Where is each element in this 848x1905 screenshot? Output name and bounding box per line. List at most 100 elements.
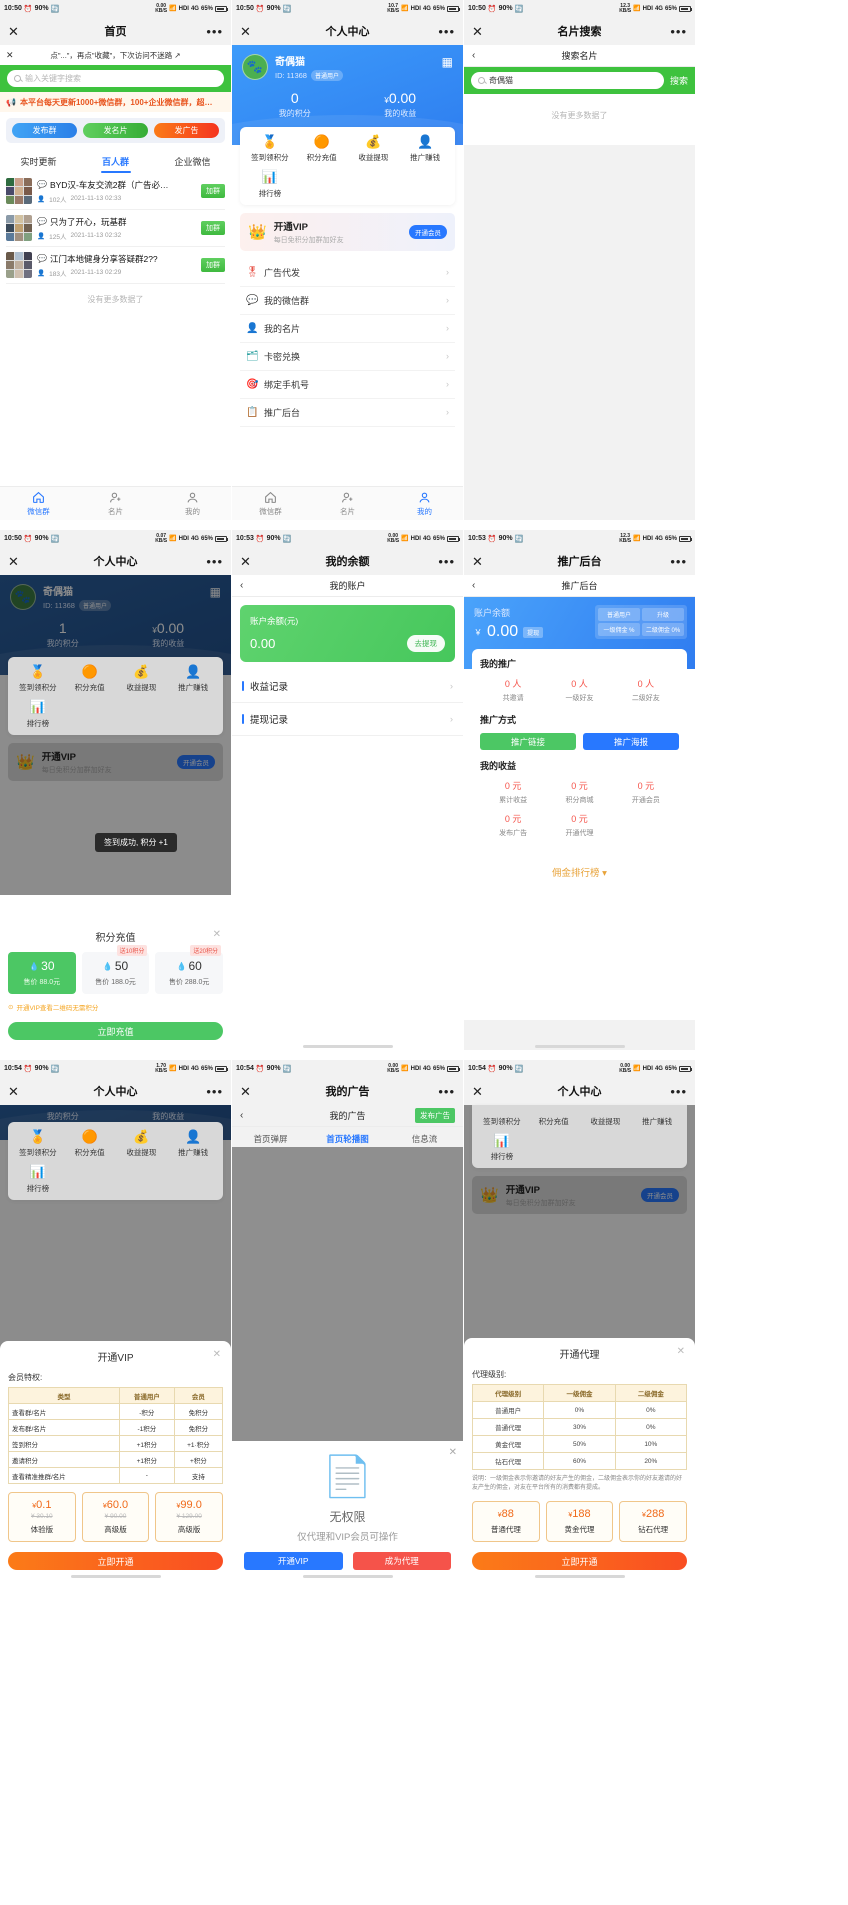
menu-item-promo-backend[interactable]: 📋 推广后台 › [240, 399, 455, 427]
quick-action-promote[interactable]: 👤 推广赚钱 [167, 664, 219, 693]
quick-action-signin[interactable]: 签到领积分 [476, 1113, 528, 1127]
list-item[interactable]: 💬 只为了开心，玩基群 👤 125人 2021-11-13 02:32 加群 [6, 210, 225, 247]
withdraw-records-row[interactable]: 提现记录 › [232, 703, 463, 736]
list-item[interactable]: 💬 江门本地健身分享答疑群2?? 👤 183人 2021-11-13 02:29 加群 [6, 247, 225, 284]
tabbar-item-mine[interactable]: 我的 [386, 487, 463, 520]
search-input[interactable]: 输入关键字搜索 [7, 70, 224, 87]
more-icon[interactable]: ••• [670, 555, 687, 568]
quick-action-recharge[interactable]: 🟠 积分充值 [64, 1129, 116, 1158]
tabbar-item-groups[interactable]: 微信群 [232, 487, 309, 520]
tab-enterprise-wechat[interactable]: 企业微信 [154, 151, 231, 173]
commission-rank-button[interactable]: 佣金排行榜 ▾ [472, 854, 687, 890]
badge-upgrade[interactable]: 升级 [642, 608, 684, 621]
tab-hundred-group[interactable]: 百人群 [77, 151, 154, 173]
more-icon[interactable]: ••• [438, 555, 455, 568]
agent-plan[interactable]: ¥288 钻石代理 [619, 1501, 688, 1542]
quick-action-promote[interactable]: 推广赚钱 [631, 1113, 683, 1127]
quick-action-signin[interactable]: 🏅 签到领积分 [244, 134, 296, 163]
vip-plan[interactable]: ¥60.0 ¥ 90.00 高级版 [81, 1492, 150, 1542]
close-icon[interactable]: ✕ [240, 1085, 251, 1098]
join-group-button[interactable]: 加群 [201, 221, 225, 235]
join-group-button[interactable]: 加群 [201, 184, 225, 198]
confirm-open-vip-button[interactable]: 立即开通 [8, 1552, 223, 1570]
more-icon[interactable]: ••• [670, 25, 687, 38]
close-icon[interactable]: ✕ [240, 25, 251, 38]
close-icon[interactable]: ✕ [449, 1447, 457, 1458]
quick-action-recharge[interactable]: 积分充值 [528, 1113, 580, 1127]
close-icon[interactable]: ✕ [472, 555, 483, 568]
menu-item-my-cards[interactable]: 👤 我的名片 › [240, 315, 455, 343]
list-item[interactable]: 💬 BYD汉-车友交流2群（广告必… 👤 102人 2021-11-13 02:33 … [6, 173, 225, 210]
quick-action-rank[interactable]: 📊 排行榜 [244, 169, 296, 198]
publish-ad-button[interactable]: 发布广告 [415, 1108, 455, 1123]
promo-poster-button[interactable]: 推广海报 [583, 733, 679, 750]
close-icon[interactable]: ✕ [213, 1349, 221, 1360]
menu-item-my-groups[interactable]: 💬 我的微信群 › [240, 287, 455, 315]
quick-action-withdraw[interactable]: 💰 收益提现 [116, 1129, 168, 1158]
search-button[interactable]: 搜索 [670, 74, 688, 87]
promo-link-button[interactable]: 推广链接 [480, 733, 576, 750]
publish-group-button[interactable]: 发布群 [12, 123, 77, 138]
close-icon[interactable]: ✕ [8, 555, 19, 568]
agent-plan[interactable]: ¥188 黄金代理 [545, 1501, 614, 1542]
close-icon[interactable]: ✕ [213, 929, 221, 940]
publish-card-button[interactable]: 发名片 [83, 123, 148, 138]
close-icon[interactable]: ✕ [472, 1085, 483, 1098]
back-icon[interactable]: ‹ [240, 1110, 243, 1121]
open-vip-button[interactable]: 开通VIP [244, 1552, 343, 1570]
quick-action-rank[interactable]: 📊 排行榜 [12, 1164, 64, 1193]
withdraw-button[interactable]: 提现 [523, 626, 544, 638]
recharge-option[interactable]: 送10积分 💧 50 售价 188.0元 [81, 945, 150, 994]
publish-ad-button[interactable]: 发广告 [154, 123, 219, 138]
quick-action-withdraw[interactable]: 💰 收益提现 [348, 134, 400, 163]
back-icon[interactable]: ‹ [472, 50, 475, 61]
back-icon[interactable]: ‹ [472, 580, 475, 591]
quick-action-signin[interactable]: 🏅 签到领积分 [12, 664, 64, 693]
quick-action-withdraw[interactable]: 💰 收益提现 [116, 664, 168, 693]
more-icon[interactable]: ••• [670, 1085, 687, 1098]
tabbar-item-cards[interactable]: 名片 [309, 487, 386, 520]
vip-plan[interactable]: ¥0.1 ¥ 30.10 体验版 [8, 1492, 76, 1542]
vip-plan[interactable]: ¥99.0 ¥ 129.00 高级版 [155, 1492, 224, 1542]
quick-action-recharge[interactable]: 🟠 积分充值 [296, 134, 348, 163]
recharge-option[interactable]: 💧 30 售价 88.0元 [8, 952, 76, 994]
notice-bar[interactable]: 📢 本平台每天更新1000+微信群，100+企业微信群，超… [0, 92, 231, 112]
menu-item-bind-phone[interactable]: 🎯 绑定手机号 › [240, 371, 455, 399]
quick-action-promote[interactable]: 👤 推广赚钱 [167, 1129, 219, 1158]
recharge-option[interactable]: 送20积分 💧 60 售价 288.0元 [155, 945, 224, 994]
close-icon[interactable]: ✕ [240, 555, 251, 568]
back-icon[interactable]: ‹ [240, 580, 243, 591]
quick-action-withdraw[interactable]: 收益提现 [580, 1113, 632, 1127]
search-input[interactable]: 奇偶猫 [471, 72, 664, 89]
quick-action-rank[interactable]: 📊 排行榜 [476, 1133, 528, 1162]
vip-banner[interactable]: 👑 开通VIP 每日免积分加群加好友 开通会员 [240, 212, 455, 251]
confirm-open-agent-button[interactable]: 立即开通 [472, 1552, 687, 1570]
avatar[interactable]: 🐾 [242, 54, 268, 80]
tabbar-item-mine[interactable]: 我的 [154, 487, 231, 520]
menu-item-ad-publish[interactable]: 🎖 广告代发 › [240, 259, 455, 287]
menu-item-card-key[interactable]: 🗂 卡密兑换 › [240, 343, 455, 371]
more-icon[interactable]: ••• [206, 555, 223, 568]
quick-action-promote[interactable]: 👤 推广赚钱 [399, 134, 451, 163]
agent-plan[interactable]: ¥88 普通代理 [472, 1501, 540, 1542]
confirm-recharge-button[interactable]: 立即充值 [8, 1022, 223, 1040]
join-group-button[interactable]: 加群 [201, 258, 225, 272]
quick-action-rank[interactable]: 📊 排行榜 [12, 699, 64, 728]
withdraw-button[interactable]: 去提现 [406, 635, 445, 652]
become-agent-button[interactable]: 成为代理 [352, 1552, 451, 1570]
tabbar-item-cards[interactable]: 名片 [77, 487, 154, 520]
close-icon[interactable]: ✕ [8, 25, 19, 38]
tab-realtime[interactable]: 实时更新 [0, 151, 77, 173]
close-icon[interactable]: ✕ [677, 1346, 685, 1357]
quick-action-signin[interactable]: 🏅 签到领积分 [12, 1129, 64, 1158]
open-vip-button[interactable]: 开通会员 [409, 224, 447, 239]
more-icon[interactable]: ••• [206, 1085, 223, 1098]
tip-close-icon[interactable]: ✕ [6, 50, 14, 61]
more-icon[interactable]: ••• [438, 1085, 455, 1098]
quick-action-recharge[interactable]: 🟠 积分充值 [64, 664, 116, 693]
qrcode-icon[interactable]: ▦ [442, 55, 453, 69]
tabbar-item-groups[interactable]: 微信群 [0, 487, 77, 520]
more-icon[interactable]: ••• [206, 25, 223, 38]
more-icon[interactable]: ••• [438, 25, 455, 38]
income-records-row[interactable]: 收益记录 › [232, 670, 463, 703]
